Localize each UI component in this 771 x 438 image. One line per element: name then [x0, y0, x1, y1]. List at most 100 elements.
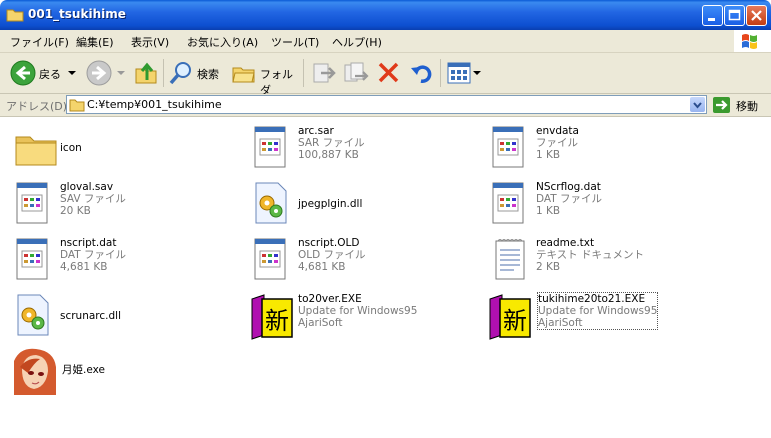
character-icon [10, 347, 58, 395]
address-bar: アドレス(D) C:¥temp¥001_tsukihime 移動 [0, 94, 771, 117]
file-company: AjariSoft [538, 317, 583, 329]
document-icon [492, 182, 524, 224]
file-company: AjariSoft [298, 317, 343, 329]
folder-icon [15, 136, 57, 166]
file-size: 100,887 KB [298, 149, 359, 161]
undo-icon [411, 65, 432, 83]
up-folder-icon [135, 62, 157, 84]
text-document-icon [495, 239, 525, 280]
menu-edit[interactable]: 編集(E) [76, 34, 114, 50]
search-button[interactable]: 検索 [168, 53, 226, 93]
file-item[interactable]: icon [12, 125, 242, 177]
document-icon [16, 182, 48, 224]
forward-arrow-icon [86, 60, 112, 86]
file-name: 月姫.exe [62, 364, 105, 376]
menu-tools[interactable]: ツール(T) [271, 34, 319, 50]
file-size: 1 KB [536, 149, 561, 161]
dll-icon [17, 294, 49, 336]
file-item[interactable]: 新 tukihime20to21.EXE Update for Windows9… [488, 292, 718, 345]
document-icon [16, 238, 48, 280]
file-type: テキスト ドキュメント [536, 249, 645, 261]
file-name: NScrflog.dat [536, 181, 601, 193]
maximize-icon [728, 9, 741, 21]
file-type: ファイル [536, 137, 578, 149]
move-to-button[interactable] [311, 53, 337, 93]
menu-bar: ファイル(F) 編集(E) 表示(V) お気に入り(A) ツール(T) ヘルプ(… [0, 30, 771, 53]
svg-text:新: 新 [503, 307, 527, 335]
menu-help[interactable]: ヘルプ(H) [332, 34, 382, 50]
chevron-down-icon [117, 71, 125, 75]
address-path: C:¥temp¥001_tsukihime [87, 98, 222, 111]
file-type: DAT ファイル [60, 249, 127, 261]
address-input[interactable]: C:¥temp¥001_tsukihime [66, 95, 707, 114]
file-item[interactable]: scrunarc.dll [12, 293, 242, 345]
file-type: SAR ファイル [298, 137, 365, 149]
file-item[interactable]: NScrflog.dat DAT ファイル 1 KB [488, 181, 718, 233]
file-size: 2 KB [536, 261, 561, 273]
document-icon [254, 238, 286, 280]
menu-view[interactable]: 表示(V) [131, 34, 169, 50]
title-bar[interactable]: 001_tsukihime [0, 0, 771, 30]
toolbar: 戻る 検索 フォルダ [0, 53, 771, 97]
file-name: tukihime20to21.EXE [538, 293, 646, 305]
svg-text:新: 新 [265, 307, 289, 335]
delete-x-icon [378, 62, 399, 83]
file-item[interactable]: 新 to20ver.EXE Update for Windows95 Ajari… [250, 293, 480, 345]
file-item[interactable]: jpegplgin.dll [250, 181, 480, 233]
chevron-down-icon [68, 71, 76, 75]
file-item[interactable]: 月姫.exe [10, 347, 240, 399]
file-item[interactable]: nscript.OLD OLD ファイル 4,681 KB [250, 237, 480, 289]
search-icon [169, 62, 191, 85]
file-item[interactable]: envdata ファイル 1 KB [488, 125, 718, 177]
back-arrow-icon [10, 60, 36, 86]
file-name: scrunarc.dll [60, 310, 122, 322]
file-item[interactable]: arc.sar SAR ファイル 100,887 KB [250, 125, 480, 177]
delete-button[interactable] [376, 53, 402, 93]
folders-icon [232, 67, 255, 83]
windows-flag-icon [742, 34, 757, 49]
up-folder-button[interactable] [133, 53, 159, 93]
move-to-icon [313, 63, 336, 83]
file-name: nscript.dat [60, 237, 117, 249]
file-size: 1 KB [536, 205, 561, 217]
file-item[interactable]: gloval.sav SAV ファイル 20 KB [12, 181, 242, 233]
file-list: icon arc.sar SAR ファイル 100,887 KB envdata [0, 117, 771, 438]
file-name: nscript.OLD [298, 237, 360, 249]
file-name: to20ver.EXE [298, 293, 362, 305]
go-button[interactable] [713, 97, 730, 113]
shin-icon: 新 [251, 294, 293, 340]
maximize-button[interactable] [724, 5, 745, 26]
copy-to-button[interactable] [343, 53, 369, 93]
file-type: Update for Windows95 [298, 305, 418, 317]
file-item[interactable]: nscript.dat DAT ファイル 4,681 KB [12, 237, 242, 289]
minimize-icon [708, 18, 715, 21]
file-item[interactable]: readme.txt テキスト ドキュメント 2 KB [488, 237, 718, 289]
file-name: gloval.sav [60, 181, 114, 193]
views-button[interactable] [446, 53, 481, 93]
views-grid-icon [447, 62, 471, 84]
menu-favorites[interactable]: お気に入り(A) [187, 34, 258, 50]
file-name: arc.sar [298, 125, 334, 137]
forward-button[interactable] [86, 53, 126, 93]
copy-to-icon [344, 62, 369, 82]
document-icon [492, 126, 524, 168]
close-button[interactable] [746, 5, 767, 26]
folders-button[interactable]: フォルダ [231, 53, 297, 97]
file-name: envdata [536, 125, 579, 137]
back-button[interactable]: 戻る [10, 53, 80, 93]
folder-icon [6, 9, 24, 22]
file-size: 4,681 KB [60, 261, 108, 273]
undo-button[interactable] [409, 53, 435, 93]
go-label[interactable]: 移動 [736, 98, 758, 114]
search-label: 検索 [197, 68, 219, 81]
file-name: icon [60, 142, 82, 154]
file-name: readme.txt [536, 237, 595, 249]
address-dropdown-button[interactable] [690, 97, 705, 112]
dll-icon [255, 182, 287, 224]
file-type: OLD ファイル [298, 249, 366, 261]
menu-file[interactable]: ファイル(F) [10, 34, 69, 50]
windows-logo [734, 30, 771, 52]
file-size: 20 KB [60, 205, 91, 217]
minimize-button[interactable] [702, 5, 723, 26]
document-icon [254, 126, 286, 168]
